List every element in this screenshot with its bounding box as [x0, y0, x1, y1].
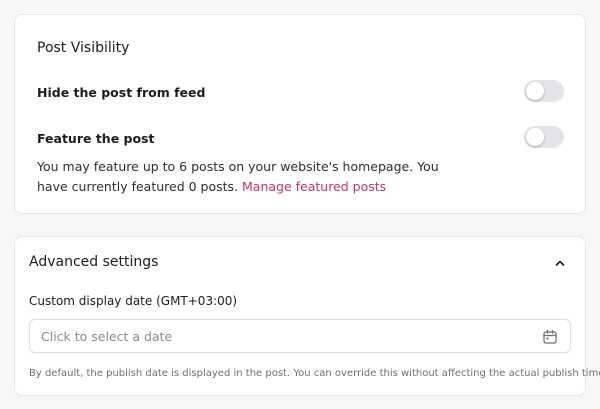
- custom-display-date-label: Custom display date (GMT+03:00): [29, 294, 238, 308]
- post-visibility-title: Post Visibility: [37, 40, 130, 56]
- toggle-knob: [526, 128, 544, 146]
- feature-post-label: Feature the post: [37, 131, 155, 146]
- hide-from-feed-label: Hide the post from feed: [37, 85, 206, 100]
- hide-from-feed-toggle[interactable]: [524, 80, 564, 102]
- date-help-text: By default, the publish date is displaye…: [29, 368, 600, 379]
- manage-featured-posts-link[interactable]: Manage featured posts: [242, 179, 386, 194]
- calendar-icon[interactable]: [542, 329, 558, 345]
- custom-date-input[interactable]: Click to select a date: [29, 319, 571, 353]
- chevron-up-icon[interactable]: [553, 256, 567, 270]
- toggle-knob: [526, 82, 544, 100]
- feature-post-toggle[interactable]: [524, 126, 564, 148]
- advanced-settings-card: Advanced settings Custom display date (G…: [14, 236, 600, 396]
- post-visibility-card: Post Visibility Hide the post from feed …: [14, 14, 586, 214]
- date-placeholder: Click to select a date: [41, 329, 173, 344]
- advanced-settings-title: Advanced settings: [29, 254, 159, 270]
- feature-description: You may feature up to 6 posts on your we…: [37, 157, 457, 197]
